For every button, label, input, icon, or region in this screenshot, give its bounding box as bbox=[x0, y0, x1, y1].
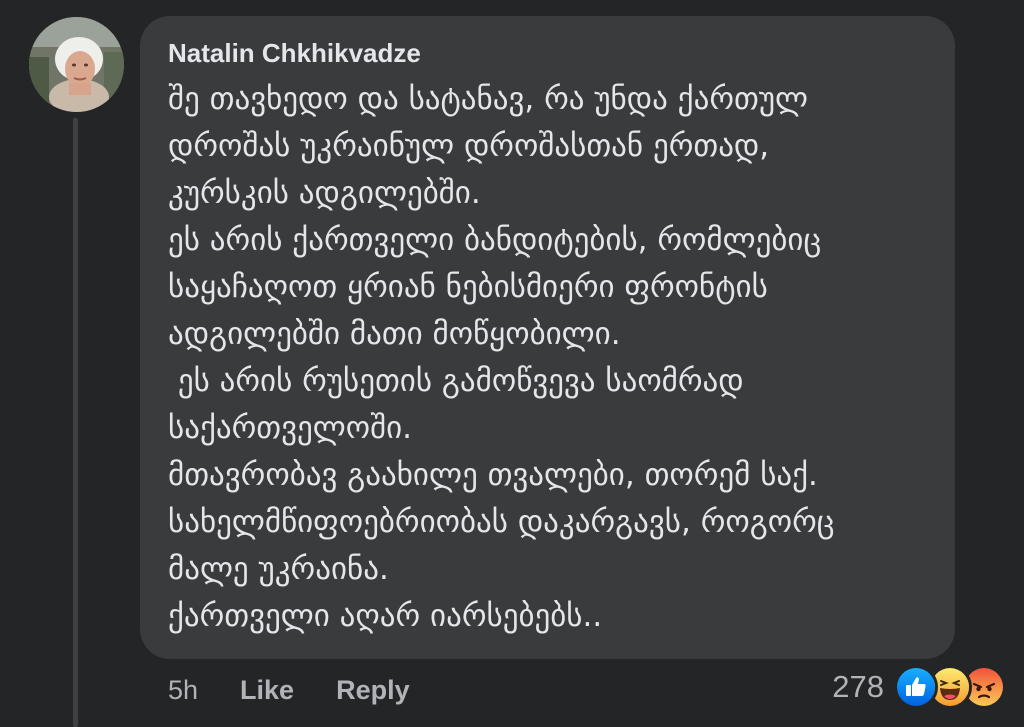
comment-line: ეს არის ქართველი ბანდიტების, რომლებიც bbox=[168, 222, 822, 258]
comment-body: შე თავხედო და სატანავ, რა უნდა ქართულ დრ… bbox=[168, 76, 948, 640]
comment-line: ადგილებში მათი მოწყობილი. bbox=[168, 316, 621, 352]
avatar[interactable] bbox=[29, 17, 124, 112]
reply-button[interactable]: Reply bbox=[336, 675, 410, 706]
comment-actions: 5h Like Reply bbox=[168, 670, 452, 710]
comment-author[interactable]: Natalin Chkhikvadze bbox=[168, 38, 421, 69]
comment-line: მთავრობავ გაახილე თვალები, თორემ საქ. bbox=[168, 457, 818, 493]
comment-line: კურსკის ადგილებში. bbox=[168, 175, 481, 211]
comment-line: დროშას უკრაინულ დროშასთან ერთად, bbox=[168, 128, 770, 164]
comment-thread: Natalin Chkhikvadze შე თავხედო და სატანა… bbox=[0, 0, 1024, 727]
thread-line bbox=[73, 118, 78, 727]
comment-line: შე თავხედო და სატანავ, რა უნდა ქართულ bbox=[168, 81, 809, 117]
comment-bubble[interactable]: Natalin Chkhikvadze შე თავხედო და სატანა… bbox=[140, 16, 955, 659]
comment-line: საქართველოში. bbox=[168, 410, 413, 446]
comment-line: მალე უკრაინა. bbox=[168, 551, 389, 587]
like-button[interactable]: Like bbox=[240, 675, 294, 706]
comment-line: სახელმწიფოებრიობას დაკარგავს, როგორც bbox=[168, 504, 835, 540]
comment-timestamp[interactable]: 5h bbox=[168, 675, 198, 706]
comment-line: ქართველი აღარ იარსებებს.. bbox=[168, 598, 603, 634]
reaction-count[interactable]: 278 bbox=[832, 669, 884, 705]
comment-line: ეს არის რუსეთის გამოწვევა საომრად bbox=[168, 363, 744, 399]
reactions-summary[interactable]: 278 bbox=[832, 664, 1006, 710]
comment-line: საყაჩაღოთ ყრიან ნებისმიერი ფრონტის bbox=[168, 269, 768, 305]
like-reaction-icon bbox=[894, 665, 938, 709]
